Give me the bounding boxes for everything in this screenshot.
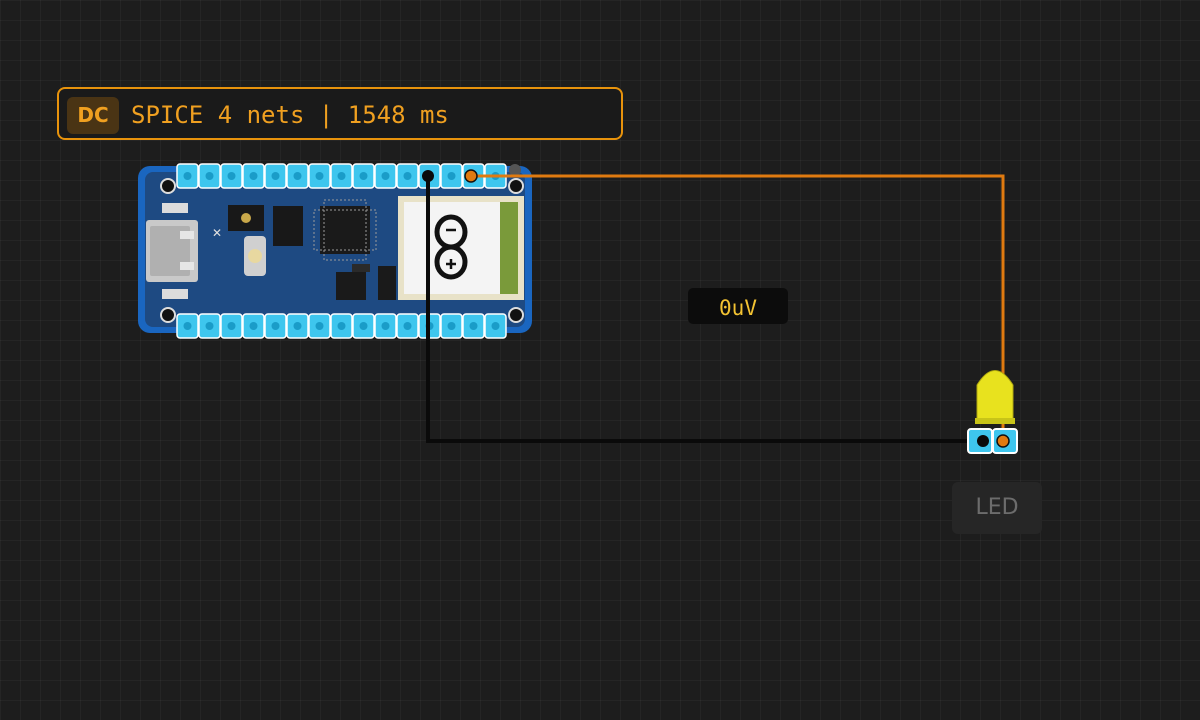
top-pin-hole [205, 172, 214, 180]
bottom-pin-hole [249, 322, 258, 330]
top-pin-hole [249, 172, 258, 180]
arduino-nano-board[interactable]: ✕ [138, 163, 532, 339]
svg-text:✕: ✕ [212, 226, 222, 240]
bottom-pin-hole [469, 322, 478, 330]
top-pin-hole [293, 172, 302, 180]
top-pin-hole [381, 172, 390, 180]
circuit-canvas[interactable]: DC SPICE 4 nets | 1548 ms ✕ 0uV LED [0, 0, 1200, 720]
bottom-pin-hole [293, 322, 302, 330]
bottom-pin-hole [403, 322, 412, 330]
bottom-pin-hole [491, 322, 500, 330]
bottom-pin-hole [359, 322, 368, 330]
bottom-pin-hole [227, 322, 236, 330]
bottom-pin-hole [381, 322, 390, 330]
bottom-pin-header [176, 313, 507, 339]
orange-wire-endpoint [464, 169, 478, 183]
bottom-pin-hole [315, 322, 324, 330]
top-pin-hole [403, 172, 412, 180]
bottom-pin-hole [337, 322, 346, 330]
top-pin-hole [183, 172, 192, 180]
led-component[interactable] [967, 370, 1018, 454]
top-pin-hole [359, 172, 368, 180]
top-pin-hole [271, 172, 280, 180]
bottom-pin-hole [205, 322, 214, 330]
top-pin-hole [315, 172, 324, 180]
top-pin-hole [447, 172, 456, 180]
bottom-pin-hole [271, 322, 280, 330]
top-pin-hole [337, 172, 346, 180]
black-wire-endpoint [422, 170, 434, 182]
bottom-pin-hole [447, 322, 456, 330]
circuit-drawing: ✕ [138, 163, 1018, 454]
top-pin-hole [227, 172, 236, 180]
led-label: LED [952, 482, 1042, 534]
voltage-probe-readout[interactable]: 0uV [688, 288, 788, 324]
bottom-pin-hole [183, 322, 192, 330]
top-pin-header [176, 163, 507, 189]
